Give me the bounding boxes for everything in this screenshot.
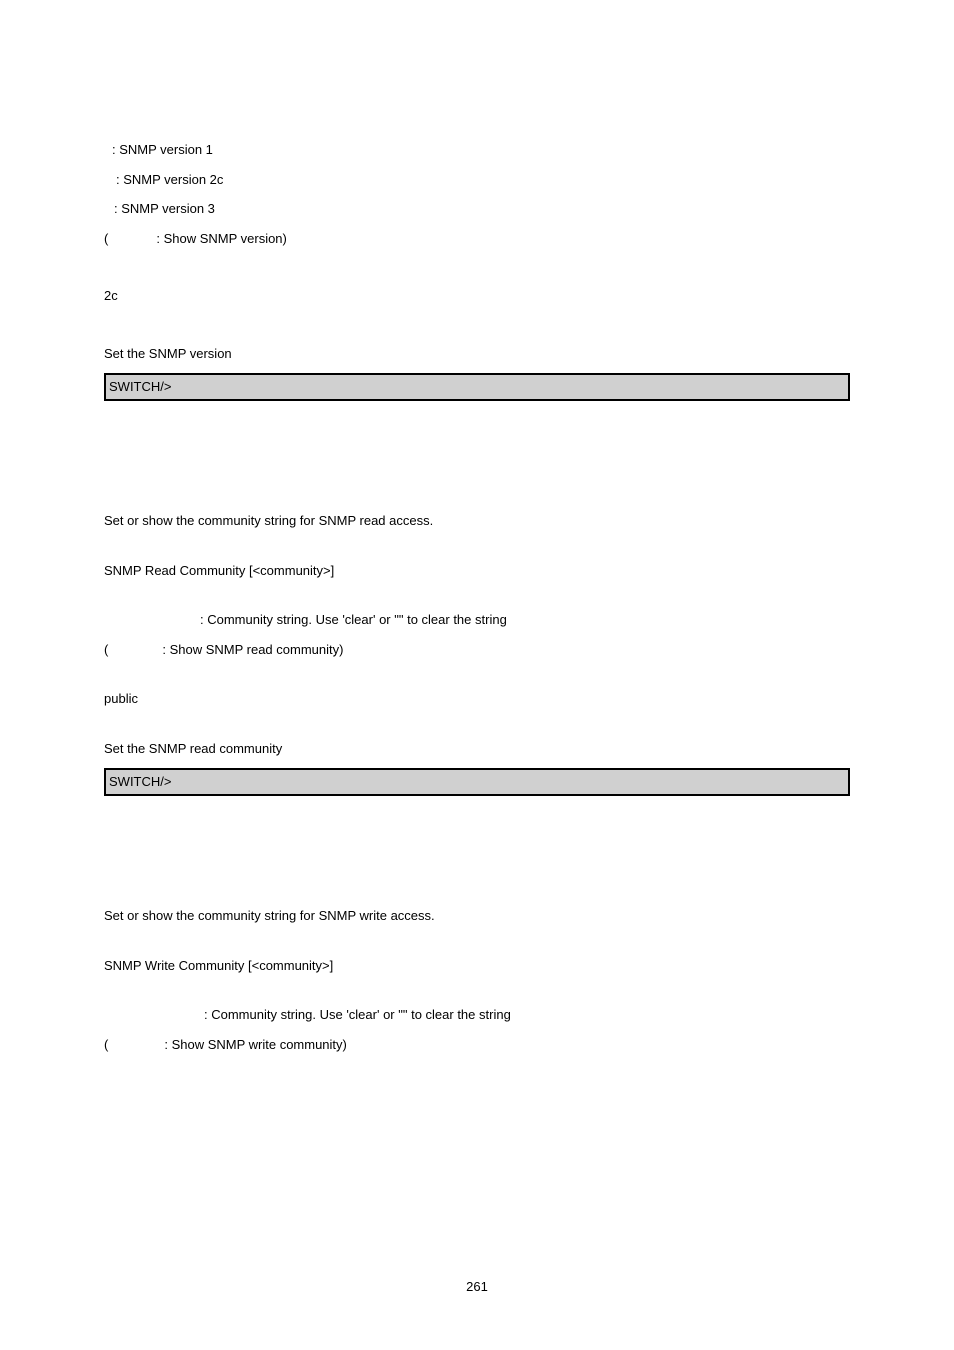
paren-open: ( xyxy=(104,231,108,246)
snmp-version-3-text: : SNMP version 3 xyxy=(104,199,850,219)
snmp-version-1-text: : SNMP version 1 xyxy=(104,140,850,160)
show-read-community-label: : Show SNMP read community) xyxy=(162,642,343,657)
show-write-community-line: ( : Show SNMP write community) xyxy=(104,1035,850,1055)
write-community-param-desc: : Community string. Use 'clear' or "" to… xyxy=(104,1005,850,1025)
paren-open: ( xyxy=(104,1037,108,1052)
snmp-version-2c-text: : SNMP version 2c xyxy=(104,170,850,190)
read-community-description: Set or show the community string for SNM… xyxy=(104,511,850,531)
code-block-switch-1: SWITCH/> xyxy=(104,373,850,401)
example-label-set-snmp-version: Set the SNMP version xyxy=(104,344,850,364)
show-write-community-label: : Show SNMP write community) xyxy=(164,1037,347,1052)
paren-open: ( xyxy=(104,642,108,657)
document-page: : SNMP version 1 : SNMP version 2c : SNM… xyxy=(0,0,954,1350)
default-value-public: public xyxy=(104,689,850,709)
write-community-syntax: SNMP Write Community [<community>] xyxy=(104,956,850,976)
community-string-desc: : Community string. Use 'clear' or "" to… xyxy=(200,612,507,627)
write-community-description: Set or show the community string for SNM… xyxy=(104,906,850,926)
show-snmp-version-text: ( : Show SNMP version) xyxy=(104,229,850,249)
example-label-set-read-community: Set the SNMP read community xyxy=(104,739,850,759)
community-string-desc-write: : Community string. Use 'clear' or "" to… xyxy=(204,1007,511,1022)
show-snmp-version-label: : Show SNMP version) xyxy=(156,231,287,246)
page-number: 261 xyxy=(0,1279,954,1294)
read-community-syntax: SNMP Read Community [<community>] xyxy=(104,561,850,581)
read-community-param-desc: : Community string. Use 'clear' or "" to… xyxy=(104,610,850,630)
show-read-community-line: ( : Show SNMP read community) xyxy=(104,640,850,660)
default-value-2c: 2c xyxy=(104,286,850,306)
code-block-switch-2: SWITCH/> xyxy=(104,768,850,796)
